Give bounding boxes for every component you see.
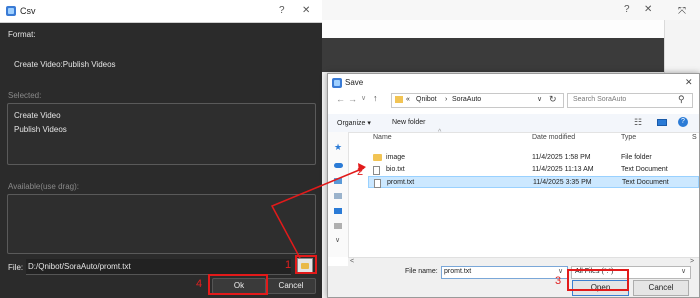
annotation-label-4: 4 <box>196 278 203 290</box>
annotation-label-1: 1 <box>285 259 292 271</box>
annotation-box-open <box>567 269 629 291</box>
annotation-arrow-line <box>270 167 365 259</box>
annotation-overlay <box>270 163 366 259</box>
annotation-box-ok <box>208 274 268 295</box>
annotation-label-2: 2 <box>357 166 364 178</box>
annotation-box-browse <box>295 255 317 274</box>
annotation-label-3: 3 <box>555 275 562 287</box>
